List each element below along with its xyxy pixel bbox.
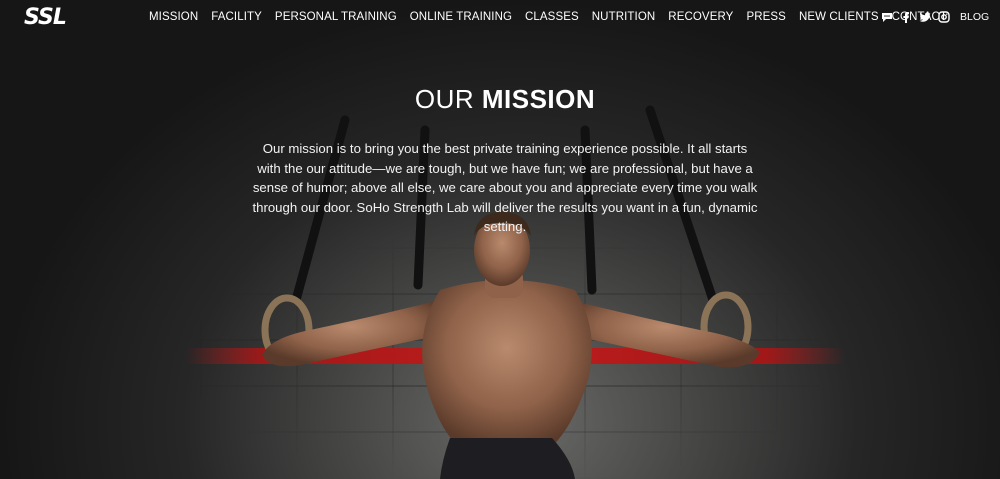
nav-item-mission[interactable]: MISSION (149, 11, 198, 23)
mission-heading: OUR MISSION (250, 84, 760, 115)
site-logo[interactable]: SSL (24, 5, 67, 30)
mission-section: OUR MISSION Our mission is to bring you … (250, 84, 760, 237)
twitter-icon[interactable] (919, 11, 931, 23)
athlete-shorts (440, 438, 575, 479)
nav-item-press[interactable]: PRESS (746, 11, 786, 23)
nav-item-facility[interactable]: FACILITY (211, 11, 262, 23)
hero-background (0, 0, 1000, 479)
heading-light-text: OUR (414, 84, 475, 114)
athlete-photo (261, 105, 760, 479)
nav-item-classes[interactable]: CLASSES (525, 11, 579, 23)
instagram-icon[interactable] (938, 11, 950, 23)
nav-item-nutrition[interactable]: NUTRITION (592, 11, 656, 23)
nav-item-online-training[interactable]: ONLINE TRAINING (410, 11, 512, 23)
athlete-torso (422, 280, 592, 450)
mission-body: Our mission is to bring you the best pri… (252, 141, 758, 234)
nav-item-personal-training[interactable]: PERSONAL TRAINING (275, 11, 397, 23)
main-nav: MISSION FACILITY PERSONAL TRAINING ONLIN… (149, 11, 960, 23)
site-header: SSL MISSION FACILITY PERSONAL TRAINING O… (0, 0, 1000, 38)
nav-item-new-clients[interactable]: NEW CLIENTS (799, 11, 879, 23)
facebook-icon[interactable] (900, 11, 912, 23)
blog-link[interactable]: BLOG (960, 11, 989, 23)
social-links: BLOG (881, 11, 989, 23)
heading-bold-text: MISSION (481, 84, 596, 114)
chat-icon[interactable] (881, 11, 893, 23)
nav-item-recovery[interactable]: RECOVERY (668, 11, 733, 23)
